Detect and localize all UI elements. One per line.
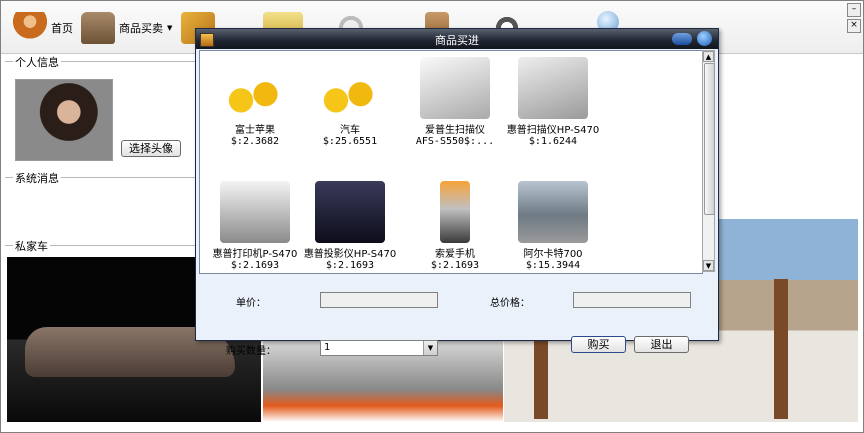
scroll-up-icon[interactable]: ▲ [703,51,714,62]
minimize-button[interactable]: – [847,3,861,17]
window-controls: – × [847,3,861,33]
buy-goods-dialog: 商品买进 富士苹果 $:2.3682 汽车 $:25.6551 爱普生扫描仪 A… [195,28,719,357]
product-item[interactable]: 索爱手机 $:2.1693 [400,181,510,271]
product-name: 惠普扫描仪HP-S470 [506,125,600,136]
mobile-phone-icon [440,181,470,243]
product-price: $:2.1693 [230,260,280,271]
product-item[interactable]: 阿尔卡特700 $:15.3944 [498,181,608,271]
product-name: 汽车 [340,125,360,136]
nav-home-label: 首页 [51,22,73,35]
total-price-field[interactable] [573,292,691,308]
nav-home[interactable]: 首页 [13,11,73,45]
product-price: AFS-S550$:... [415,136,495,147]
quantity-select[interactable]: 1 ▼ [320,340,438,356]
product-name: 惠普打印机P-S470 [212,249,298,260]
quantity-label: 购买数量： [226,346,276,357]
person-icon [13,12,47,44]
product-name: 爱普生扫描仪 [425,125,485,136]
product-scrollbar[interactable]: ▲ ▼ [702,50,715,272]
product-item[interactable]: 惠普打印机P-S470 $:2.1693 [200,181,310,271]
garage-pillar [774,279,788,419]
system-messages-group: 系统消息 [5,170,195,186]
quantity-value: 1 [324,342,331,353]
projector-icon [315,181,385,243]
product-price: $:1.6244 [528,136,578,147]
chevron-down-icon[interactable]: ▼ [423,341,437,355]
handbag-icon [81,12,115,44]
product-price: $:25.6551 [322,136,378,147]
printer-icon [220,181,290,243]
flatbed-scanner-icon [518,57,588,119]
nav-trade[interactable]: 商品买卖 ▼ [81,11,172,45]
chevron-down-icon[interactable]: ▼ [167,24,172,32]
purchase-panel: 单价： 总价格： 购买数量： 1 ▼ 购买 退出 [196,274,718,357]
product-name: 索爱手机 [435,249,475,260]
product-price: $:2.1693 [325,260,375,271]
select-avatar-button[interactable]: 选择头像 [121,140,181,157]
scroll-thumb[interactable] [704,63,715,215]
scanner-icon [420,57,490,119]
car-photo-icon [518,181,588,243]
scroll-down-icon[interactable]: ▼ [703,260,714,271]
product-item[interactable]: 惠普扫描仪HP-S470 $:1.6244 [498,57,608,147]
dialog-title: 商品买进 [435,34,479,47]
product-price: $:2.1693 [430,260,480,271]
orb-icon[interactable] [697,31,712,46]
private-car-title: 私家车 [13,238,50,254]
product-name: 惠普投影仪HP-S470 [303,249,397,260]
unit-price-field[interactable] [320,292,438,308]
system-messages-title: 系统消息 [13,170,61,186]
avatar [15,79,113,161]
product-grid: 富士苹果 $:2.3682 汽车 $:25.6551 爱普生扫描仪 AFS-S5… [199,50,703,274]
close-button[interactable]: × [847,19,861,33]
buy-button[interactable]: 购买 [571,336,626,353]
exit-button[interactable]: 退出 [634,336,689,353]
product-item[interactable]: 惠普投影仪HP-S470 $:2.1693 [295,181,405,271]
product-item[interactable]: 汽车 $:25.6551 [295,57,405,147]
unit-price-label: 单价： [236,298,266,309]
total-price-label: 总价格： [490,298,530,309]
dialog-control-button[interactable] [672,33,692,45]
product-price: $:2.3682 [230,136,280,147]
product-item[interactable]: 富士苹果 $:2.3682 [200,57,310,147]
dialog-titlebar[interactable]: 商品买进 [196,29,718,49]
product-item[interactable]: 爱普生扫描仪 AFS-S550$:... [400,57,510,147]
nav-trade-label: 商品买卖 [119,22,163,35]
gold-coins-icon [315,57,385,119]
gold-coins-icon [220,57,290,119]
product-name: 阿尔卡特700 [523,249,583,260]
personal-info-title: 个人信息 [13,54,61,70]
product-name: 富士苹果 [235,125,275,136]
product-price: $:15.3944 [525,260,581,271]
